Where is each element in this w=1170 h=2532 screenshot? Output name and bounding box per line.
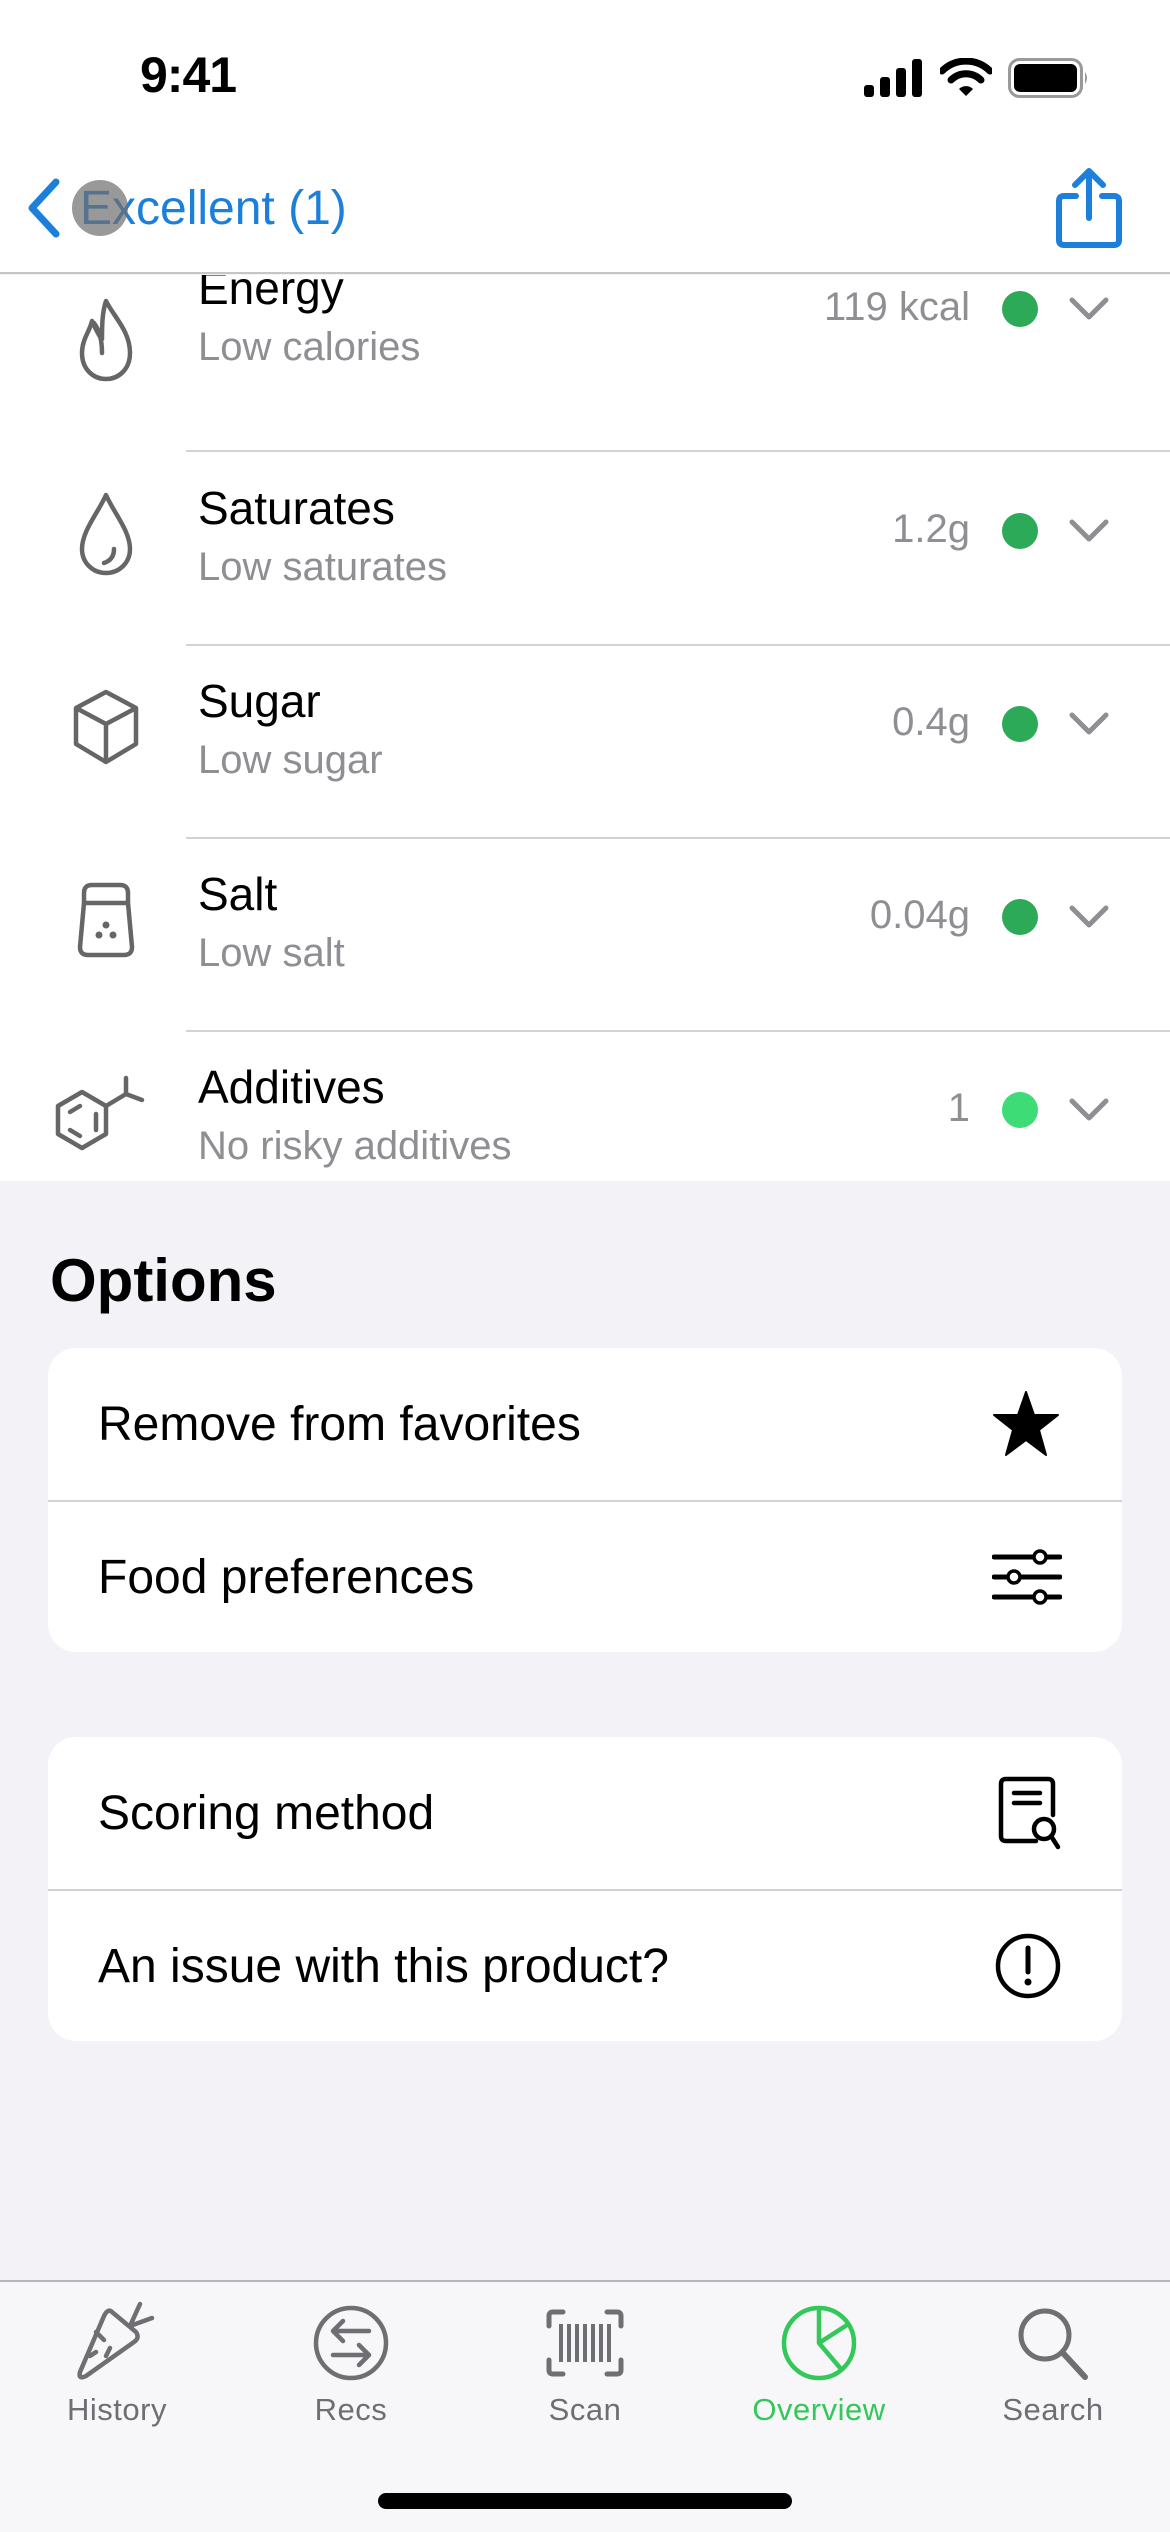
- document-search-icon: [998, 1776, 1061, 1850]
- wifi-icon: [940, 58, 992, 96]
- chevron-down-icon[interactable]: [1068, 1096, 1110, 1124]
- tab-label: Overview: [752, 2392, 886, 2427]
- share-icon: [1056, 168, 1122, 248]
- nutrient-row-additives[interactable]: Additives No risky additives 1: [0, 1032, 1170, 1181]
- status-icons: [864, 58, 1090, 98]
- nutrient-value: 1.2g: [892, 507, 970, 551]
- status-dot: [1002, 706, 1038, 742]
- nutrient-name: Salt: [198, 868, 278, 920]
- salt-shaker-icon: [77, 882, 135, 958]
- exclamation-circle-icon: [995, 1933, 1061, 1999]
- flame-icon: [79, 298, 133, 382]
- navigation-bar: Excellent (1): [0, 150, 1170, 274]
- nutrient-row-sugar[interactable]: Sugar Low sugar 0.4g: [0, 646, 1170, 839]
- sliders-icon: [992, 1549, 1062, 1605]
- nutrient-subtitle: Low sugar: [198, 738, 383, 782]
- status-dot: [1002, 899, 1038, 935]
- food-preferences-button[interactable]: Food preferences: [48, 1500, 1122, 1652]
- battery-icon: [1008, 58, 1087, 98]
- status-bar: 9:41: [0, 0, 1170, 150]
- cellular-signal-icon: [864, 59, 922, 97]
- carrot-icon: [77, 2301, 155, 2380]
- status-dot: [1002, 1092, 1038, 1128]
- tab-search[interactable]: Search: [936, 2300, 1170, 2450]
- nutrient-value: 119 kcal: [823, 285, 970, 329]
- options-title: Options: [50, 1247, 277, 1314]
- tab-scan[interactable]: Scan: [468, 2300, 702, 2450]
- magnifier-icon: [1018, 2308, 1088, 2380]
- molecule-icon: [55, 1075, 145, 1151]
- remove-favorite-button[interactable]: Remove from favorites: [48, 1348, 1122, 1500]
- nutrient-subtitle: Low salt: [198, 931, 345, 975]
- star-icon: [993, 1391, 1059, 1456]
- share-button[interactable]: [1054, 166, 1124, 255]
- nutrient-value: 0.04g: [869, 893, 970, 937]
- drop-icon: [79, 492, 133, 576]
- nutrient-name: Sugar: [198, 675, 321, 727]
- pie-chart-icon: [781, 2305, 857, 2381]
- chevron-left-icon: [28, 178, 60, 238]
- nutrient-subtitle: Low saturates: [198, 545, 448, 589]
- nutrient-value: 0.4g: [892, 700, 970, 744]
- row-divider: [186, 450, 1170, 452]
- tab-recs[interactable]: Recs: [234, 2300, 468, 2450]
- tab-label: Search: [1002, 2392, 1104, 2427]
- nutrient-row-energy[interactable]: Energy Low calories 119 kcal: [0, 275, 1170, 454]
- status-dot: [1002, 291, 1038, 327]
- option-label: Scoring method: [98, 1786, 435, 1840]
- chevron-down-icon[interactable]: [1068, 903, 1110, 931]
- report-issue-button[interactable]: An issue with this product?: [48, 1889, 1122, 2041]
- sugar-cube-icon: [73, 689, 139, 765]
- barcode-scan-icon: [546, 2309, 624, 2377]
- options-card-favorites: Remove from favorites Food preferences: [48, 1348, 1122, 1652]
- nutrient-subtitle: No risky additives: [198, 1124, 512, 1168]
- tab-label: History: [67, 2392, 167, 2427]
- touch-indicator: [72, 180, 128, 236]
- scoring-method-button[interactable]: Scoring method: [48, 1737, 1122, 1889]
- nutrient-name: Energy: [198, 275, 344, 314]
- chevron-down-icon[interactable]: [1068, 517, 1110, 545]
- options-card-info: Scoring method An issue with this produc…: [48, 1737, 1122, 2041]
- nutrient-list: Energy Low calories 119 kcal Saturates L…: [0, 275, 1170, 1181]
- tab-label: Recs: [314, 2392, 388, 2427]
- chevron-down-icon[interactable]: [1068, 710, 1110, 738]
- option-label: An issue with this product?: [98, 1939, 669, 1993]
- nutrient-row-saturates[interactable]: Saturates Low saturates 1.2g: [0, 453, 1170, 646]
- nutrient-name: Additives: [198, 1061, 385, 1113]
- nutrient-name: Saturates: [198, 482, 395, 534]
- swap-arrows-icon: [313, 2305, 389, 2381]
- tab-overview[interactable]: Overview: [702, 2300, 936, 2450]
- nutrient-row-salt[interactable]: Salt Low salt 0.04g: [0, 839, 1170, 1032]
- status-dot: [1002, 513, 1038, 549]
- chevron-down-icon[interactable]: [1068, 295, 1110, 323]
- tab-history[interactable]: History: [0, 2300, 234, 2450]
- tab-label: Scan: [548, 2392, 622, 2427]
- nutrient-value: 1: [947, 1086, 970, 1130]
- home-indicator[interactable]: [378, 2493, 792, 2509]
- nutrient-subtitle: Low calories: [198, 325, 421, 369]
- status-time: 9:41: [140, 47, 237, 103]
- option-label: Food preferences: [98, 1550, 475, 1604]
- option-label: Remove from favorites: [98, 1397, 581, 1451]
